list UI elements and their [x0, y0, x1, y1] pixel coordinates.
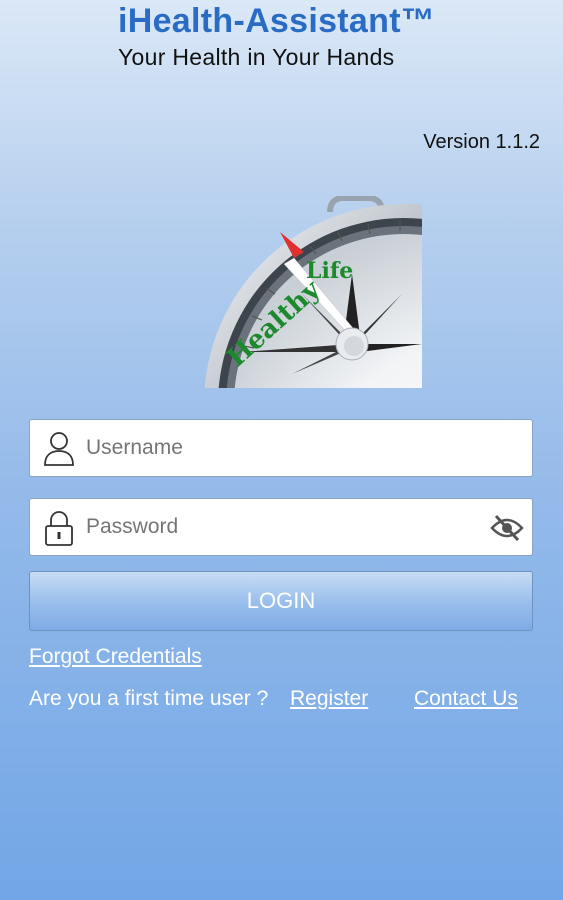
forgot-credentials-link[interactable]: Forgot Credentials — [29, 645, 202, 669]
user-icon — [44, 432, 74, 466]
svg-text:Life: Life — [306, 258, 353, 284]
username-field[interactable] — [29, 419, 533, 477]
login-button[interactable]: LOGIN — [29, 571, 533, 631]
username-input[interactable] — [86, 436, 466, 460]
eye-off-icon[interactable] — [490, 512, 524, 544]
password-field[interactable] — [29, 498, 533, 556]
register-link[interactable]: Register — [290, 687, 368, 711]
app-tagline: Your Health in Your Hands — [118, 44, 395, 70]
compass-icon: Healthy Life — [204, 196, 422, 388]
first-time-user-text: Are you a first time user ? — [29, 687, 269, 710]
password-input[interactable] — [86, 515, 466, 539]
version-label: Version 1.1.2 — [423, 131, 540, 153]
lock-icon — [45, 511, 73, 546]
compass-logo-image: Healthy Life — [142, 196, 422, 388]
app-title: iHealth-Assistant™ — [118, 2, 436, 40]
contact-us-link[interactable]: Contact Us — [414, 687, 518, 711]
